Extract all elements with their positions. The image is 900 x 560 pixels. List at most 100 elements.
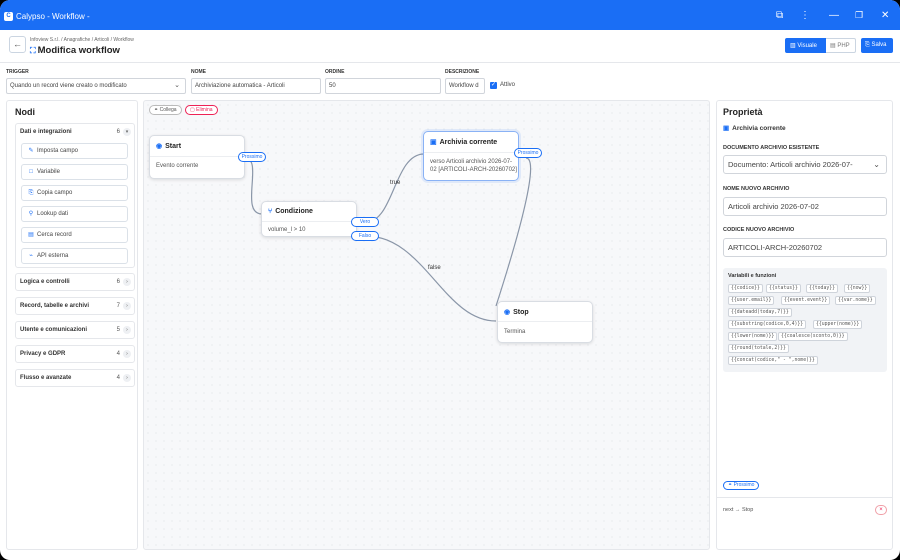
node-item-label: Lookup dati: [37, 211, 69, 217]
node-condition[interactable]: ⑂ Condizione volume_l > 10: [261, 201, 357, 237]
port-condition-true[interactable]: Vero: [351, 217, 379, 227]
variable-tag[interactable]: {{now}}: [844, 284, 871, 293]
category-logic[interactable]: Logica e controlli 6 ›: [15, 273, 135, 291]
trigger-select[interactable]: Quando un record viene creato o modifica…: [6, 78, 186, 94]
category-users[interactable]: Utente e comunicazioni 5 ›: [15, 321, 135, 339]
name-label: NOME: [191, 69, 206, 75]
category-count: 6: [116, 279, 120, 285]
description-label: DESCRIZIONE: [445, 69, 480, 75]
variable-tag[interactable]: {{concat(codice," - ",nome)}}: [728, 356, 818, 365]
description-input[interactable]: Workflow d: [445, 78, 485, 94]
expand-icon[interactable]: ›: [123, 326, 131, 334]
node-item-variable[interactable]: □ Variabile: [21, 164, 128, 180]
category-count: 4: [116, 351, 120, 357]
order-label: ORDINE: [325, 69, 345, 75]
branch-icon: ⑂: [268, 208, 273, 215]
new-archive-code-input[interactable]: ARTICOLI-ARCH-20260702: [723, 238, 887, 257]
new-archive-name-label: NOME NUOVO ARCHIVIO: [723, 186, 790, 192]
node-item-label: Variabile: [37, 169, 60, 175]
node-divider: [498, 321, 592, 322]
variable-tag[interactable]: {{status}}: [766, 284, 801, 293]
expand-icon[interactable]: ›: [123, 302, 131, 310]
save-button[interactable]: ⎘ Salva: [861, 38, 893, 53]
view-visual-label: Visuale: [797, 43, 817, 49]
category-privacy[interactable]: Privacy e GDPR 4 ›: [15, 345, 135, 363]
kebab-menu-icon[interactable]: ⋮: [800, 10, 810, 21]
node-item-copy-field[interactable]: ⎘ Copia campo: [21, 185, 128, 201]
node-stop[interactable]: ◉ Stop Termina: [497, 301, 593, 343]
node-body: Termina: [504, 329, 526, 335]
search-icon: ⚲: [28, 211, 34, 217]
variable-tag[interactable]: {{today}}: [806, 284, 838, 293]
node-title-text: Start: [165, 143, 182, 150]
remove-connection-button[interactable]: ×: [875, 505, 887, 515]
category-name: Dati e integrazioni: [20, 129, 72, 135]
view-php-button[interactable]: ▤ PHP: [826, 38, 856, 53]
node-title: ▣ Archivia corrente: [430, 138, 497, 146]
edge-condition-stop-false: [365, 235, 497, 322]
category-flow[interactable]: Flusso e avanzate 4 ›: [15, 369, 135, 387]
expand-icon[interactable]: ▾: [123, 128, 131, 136]
properties-divider: [717, 497, 892, 498]
close-icon[interactable]: ✕: [881, 10, 889, 21]
category-data-integrations[interactable]: Dati e integrazioni 6 ▾ ✎ Imposta campo □…: [15, 123, 135, 268]
expand-icon[interactable]: ›: [123, 278, 131, 286]
category-records[interactable]: Record, tabelle e archivi 7 ›: [15, 297, 135, 315]
variable-tag[interactable]: {{lower(nome)}}: [728, 332, 778, 341]
port-start-next[interactable]: Prossimo: [238, 152, 266, 162]
expand-icon[interactable]: ›: [123, 374, 131, 382]
variable-tag[interactable]: {{round(totale,2)}}: [728, 344, 789, 353]
puzzle-icon[interactable]: ⧉: [776, 10, 783, 21]
chevron-down-icon: ⌄: [174, 82, 180, 89]
node-title-text: Condizione: [275, 208, 313, 215]
order-input[interactable]: 50: [325, 78, 441, 94]
back-button[interactable]: ←: [9, 36, 26, 53]
port-archive-next[interactable]: Prossimo: [514, 148, 542, 158]
node-item-label: Cerca record: [37, 232, 72, 238]
variable-tag[interactable]: {{var.nome}}: [835, 296, 876, 305]
variable-tag[interactable]: {{substring(codice,0,4)}}: [728, 320, 807, 329]
restore-icon[interactable]: ❐: [855, 10, 863, 21]
breadcrumb: Infoview S.r.l. / Anagrafiche / Articoli…: [30, 37, 134, 43]
variable-tag[interactable]: {{coalesce(sconto,0)}}: [778, 332, 848, 341]
node-item-set-field[interactable]: ✎ Imposta campo: [21, 143, 128, 159]
category-name: Logica e controlli: [20, 279, 70, 285]
category-name: Flusso e avanzate: [20, 375, 72, 381]
expand-icon[interactable]: ›: [123, 350, 131, 358]
edit-icon: ✎: [28, 148, 34, 154]
name-input[interactable]: Archiviazione automatica - Articoli: [191, 78, 321, 94]
archive-icon: ▣: [723, 125, 730, 132]
node-body-line: verso Articoli archivio 2026-07-: [430, 159, 513, 165]
new-archive-name-input[interactable]: Articoli archivio 2026-07-02: [723, 197, 887, 216]
properties-title: Proprietà: [723, 107, 763, 117]
node-title-text: Stop: [513, 309, 529, 316]
node-item-lookup[interactable]: ⚲ Lookup dati: [21, 206, 128, 222]
edge-label-true: true: [390, 180, 401, 186]
node-item-label: API esterna: [37, 253, 69, 259]
minimize-icon[interactable]: —: [829, 10, 839, 21]
variable-tag[interactable]: {{user.email}}: [728, 296, 775, 305]
view-visual-button[interactable]: ▥ Visuale: [785, 38, 826, 53]
node-body: volume_l > 10: [268, 227, 306, 233]
category-name: Utente e comunicazioni: [20, 327, 88, 333]
variable-tag[interactable]: {{codice}}: [728, 284, 763, 293]
edge-label-false: false: [428, 265, 441, 271]
category-count: 5: [116, 327, 120, 333]
category-count: 6: [116, 129, 120, 135]
doc-archive-select[interactable]: Documento: Articoli archivio 2026-07- ⌄: [723, 155, 887, 174]
variable-tag[interactable]: {{dateadd(today,7)}}: [728, 308, 792, 317]
node-item-search-record[interactable]: ▤ Cerca record: [21, 227, 128, 243]
node-archive-current[interactable]: ▣ Archivia corrente verso Articoli archiv…: [423, 131, 519, 181]
workflow-canvas[interactable]: ⚭ Collega ▢ Elimina true false ◉ Start Ev…: [143, 100, 710, 550]
node-divider: [424, 152, 518, 153]
page-title-text: Modifica workflow: [37, 45, 120, 56]
variable-tag[interactable]: {{upper(nome)}}: [813, 320, 863, 329]
variable-tag[interactable]: {{event.event}}: [781, 296, 831, 305]
port-condition-false[interactable]: Falso: [351, 231, 379, 241]
node-start[interactable]: ◉ Start Evento corrente: [149, 135, 245, 179]
next-output-chip[interactable]: ⚭ Prossimo: [723, 481, 760, 490]
save-label: Salva: [871, 42, 887, 48]
node-item-external-api[interactable]: ⌁ API esterna: [21, 248, 128, 264]
active-checkbox[interactable]: ✓: [490, 82, 497, 89]
app-window: C Calypso - Workflow - ⧉ ⋮ — ❐ ✕ ← Infov…: [0, 0, 900, 560]
